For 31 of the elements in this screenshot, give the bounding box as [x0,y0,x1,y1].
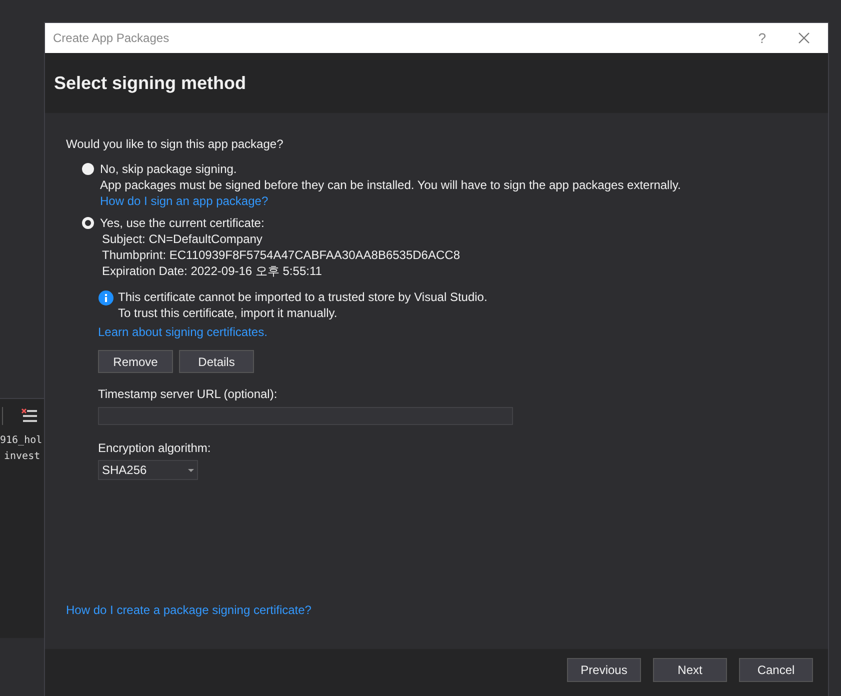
algorithm-dropdown[interactable]: SHA256 [98,460,198,480]
info-text: This certificate cannot be imported to a trusted store by Visual Studio. [118,289,488,305]
nav-button[interactable]: Next [653,658,727,682]
help-link[interactable]: How do I create a package signing certificate? [66,601,807,619]
list-clear-icon[interactable] [21,408,37,424]
code-text: invest [3,450,42,464]
page-heading: Select signing method [54,72,246,95]
radio-label[interactable]: No, skip package signing. [100,161,681,177]
radio-button[interactable] [82,163,94,175]
action-button[interactable]: Remove [98,350,173,373]
field-label: Timestamp server URL (optional): [98,386,278,403]
detail-text: App packages must be signed before they can be installed. You will have to sign the app packages externally. [100,177,681,193]
info-icon [98,290,114,306]
dropdown-arrow-icon [188,468,194,472]
radio-button[interactable] [82,217,94,229]
detail-text: Subject: CN=DefaultCompany [101,231,264,247]
radio-label[interactable]: Yes, use the current certificate: [100,215,460,231]
window-title: Create App Packages [53,30,170,47]
action-button[interactable]: Details [179,350,254,373]
nav-button[interactable]: Previous [567,658,641,682]
detail-text: Expiration Date: 2022-09-16 오후 5:55:11 [101,263,323,279]
help-link[interactable]: How do I sign an app package? [100,193,681,209]
code-text: 916_hol [0,434,44,448]
question-text: Would you like to sign this app package? [66,136,284,153]
info-text: To trust this certificate, import it manually. [118,305,338,321]
detail-text: Thumbprint: EC110939F8F5754A47CABFAA30AA8B6535D6ACC8 [101,247,460,263]
close-icon[interactable] [798,32,810,44]
field-label: Encryption algorithm: [98,440,212,457]
help-button[interactable]: ? [754,28,770,48]
learn-link[interactable]: Learn about signing certificates. [98,324,807,340]
nav-button[interactable]: Cancel [739,658,813,682]
